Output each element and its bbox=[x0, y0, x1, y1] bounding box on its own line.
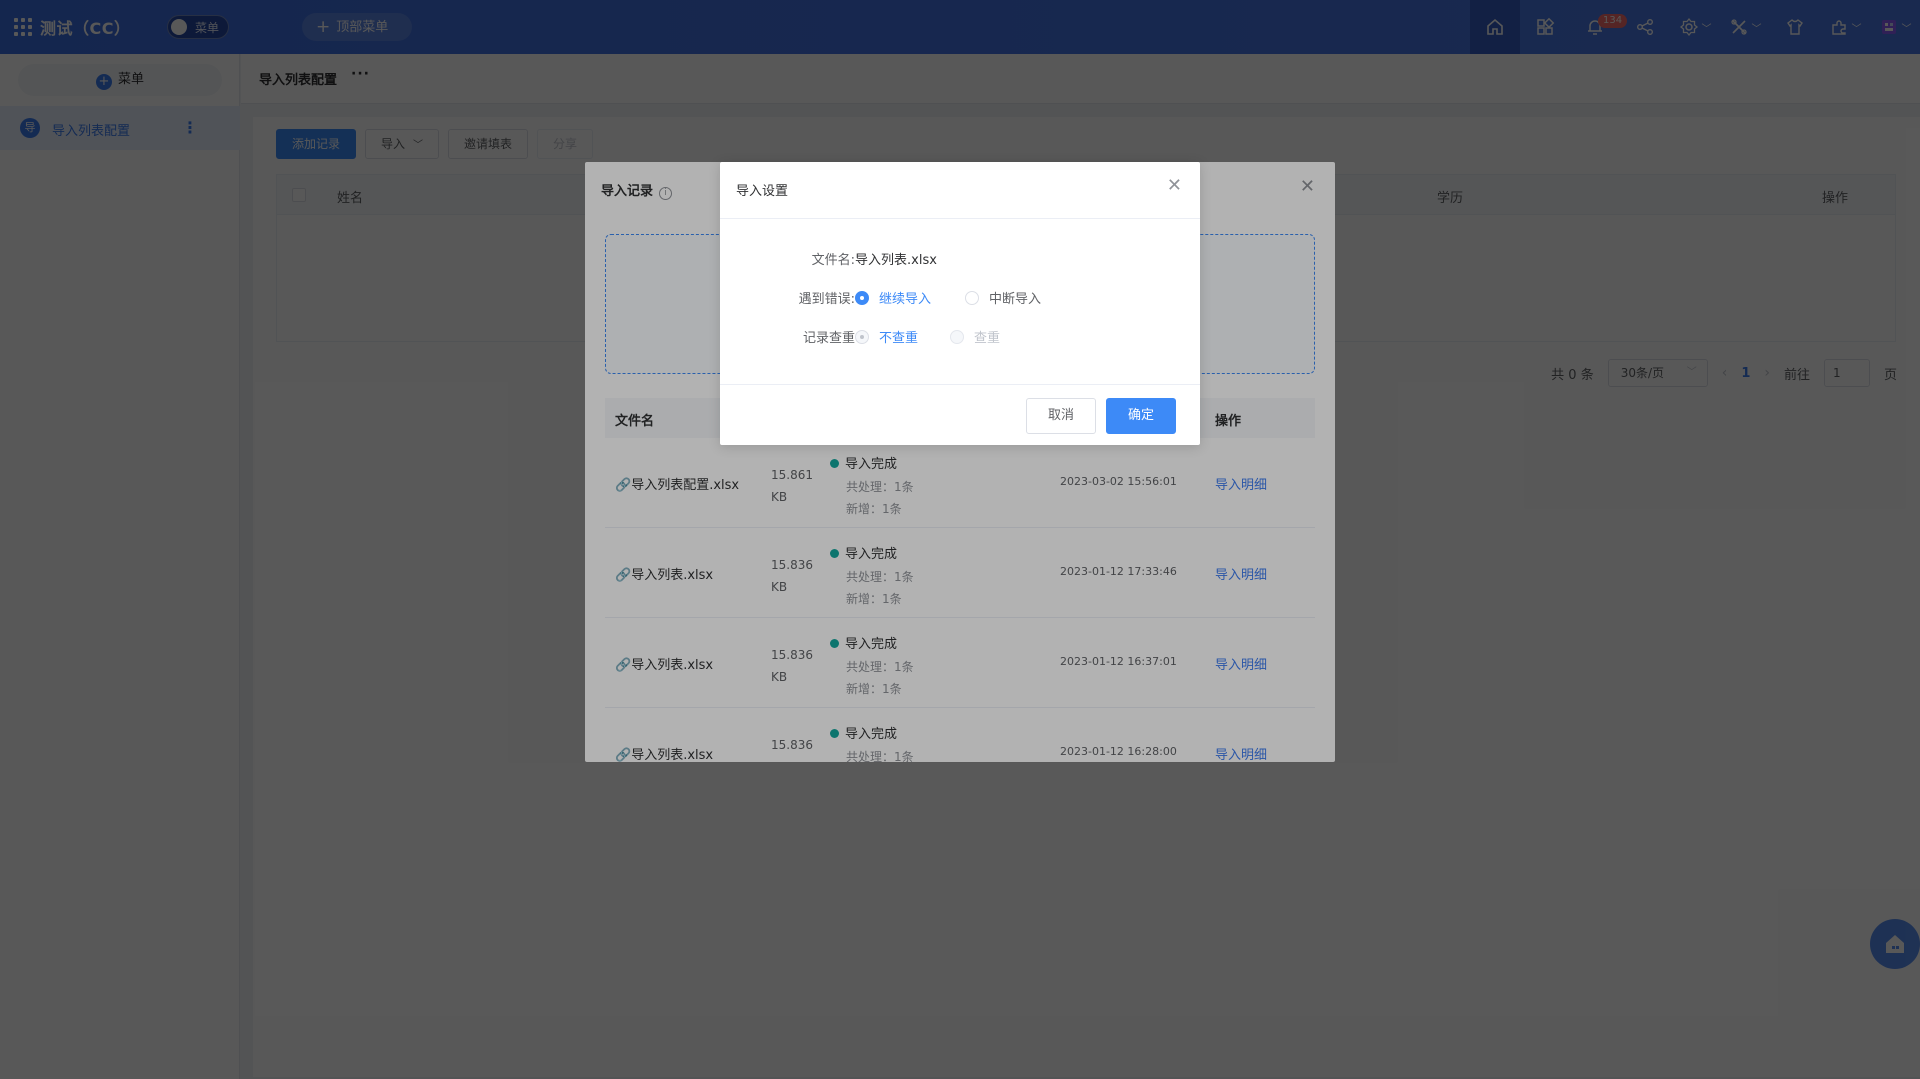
divider bbox=[720, 384, 1200, 385]
radio-circle bbox=[855, 330, 869, 344]
no-dedupe-label: 不查重 bbox=[879, 331, 919, 346]
filename-row: 文件名: 导入列表.xlsx bbox=[720, 246, 1200, 270]
dedupe-row: 记录查重 不查重 查重 bbox=[720, 324, 1200, 348]
dedupe-radio[interactable]: 查重 bbox=[950, 327, 1000, 346]
close-icon[interactable]: ✕ bbox=[1167, 175, 1182, 196]
filename-label: 文件名: bbox=[811, 253, 855, 268]
cancel-button[interactable]: 取消 bbox=[1026, 398, 1096, 434]
import-settings-dialog: 导入设置 ✕ 文件名: 导入列表.xlsx 遇到错误: 继续导入 中断导入 记录… bbox=[720, 162, 1200, 445]
import-settings-title: 导入设置 bbox=[736, 184, 789, 199]
confirm-button[interactable]: 确定 bbox=[1106, 398, 1176, 434]
radio-circle bbox=[965, 291, 979, 305]
divider bbox=[720, 218, 1200, 219]
dedupe-label: 记录查重 bbox=[802, 331, 855, 346]
abort-import-label: 中断导入 bbox=[989, 292, 1042, 307]
radio-circle bbox=[950, 330, 964, 344]
radio-circle bbox=[855, 291, 869, 305]
continue-import-radio[interactable]: 继续导入 bbox=[855, 288, 931, 307]
dedupe-option-label: 查重 bbox=[974, 331, 1001, 346]
on-error-label: 遇到错误: bbox=[798, 292, 855, 307]
filename-value: 导入列表.xlsx bbox=[855, 253, 937, 268]
abort-import-radio[interactable]: 中断导入 bbox=[965, 288, 1041, 307]
continue-import-label: 继续导入 bbox=[879, 292, 932, 307]
on-error-row: 遇到错误: 继续导入 中断导入 bbox=[720, 285, 1200, 309]
no-dedupe-radio[interactable]: 不查重 bbox=[855, 327, 918, 346]
